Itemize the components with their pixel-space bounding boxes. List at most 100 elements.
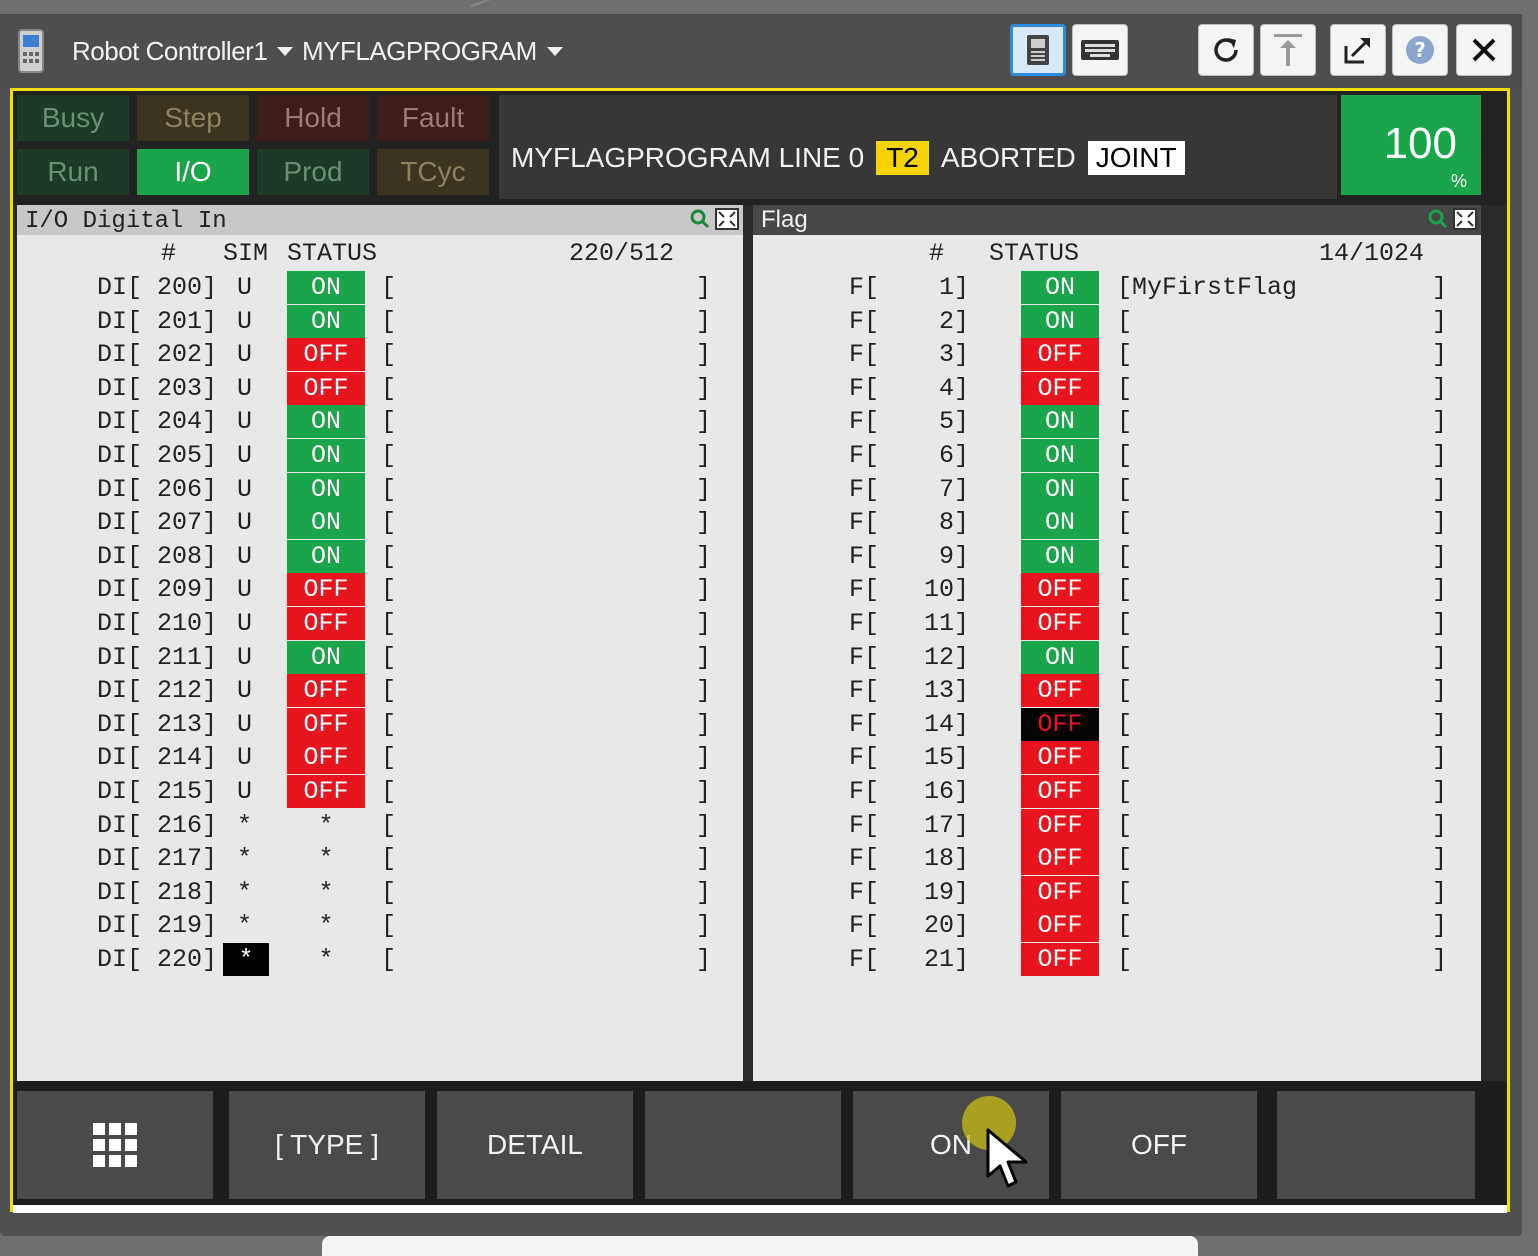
di-row[interactable]: DI[ 201] U ON [ ] — [17, 304, 743, 338]
di-row[interactable]: DI[ 213] U OFF [ ] — [17, 707, 743, 741]
di-status[interactable]: ON — [287, 472, 365, 506]
flag-status[interactable]: OFF — [1021, 707, 1099, 741]
zoom-icon[interactable] — [689, 208, 711, 230]
flag-row[interactable]: F[ 21] OFF [ ] — [753, 943, 1481, 976]
di-status[interactable]: OFF — [287, 371, 365, 405]
di-status[interactable]: ON — [287, 439, 365, 472]
di-sim[interactable]: U — [237, 540, 252, 573]
di-status[interactable]: OFF — [287, 338, 365, 372]
di-status[interactable]: * — [287, 909, 365, 942]
di-sim[interactable]: * — [223, 943, 269, 976]
flag-status[interactable]: ON — [1021, 271, 1099, 304]
flag-row[interactable]: F[ 12] ON [ ] — [753, 640, 1481, 674]
flag-status[interactable]: OFF — [1021, 909, 1099, 943]
di-sim[interactable]: U — [237, 741, 252, 774]
flag-row[interactable]: F[ 3] OFF [ ] — [753, 338, 1481, 372]
flag-status[interactable]: OFF — [1021, 674, 1099, 708]
di-row[interactable]: DI[ 203] U OFF [ ] — [17, 371, 743, 405]
di-row[interactable]: DI[ 218] * * [ ] — [17, 876, 743, 909]
di-sim[interactable]: U — [237, 372, 252, 405]
di-status[interactable]: * — [287, 809, 365, 842]
flag-row[interactable]: F[ 1] ON [MyFirstFlag ] — [753, 271, 1481, 304]
di-status[interactable]: * — [287, 876, 365, 909]
di-sim[interactable]: U — [237, 641, 252, 674]
flag-row[interactable]: F[ 2] ON [ ] — [753, 304, 1481, 338]
flag-status[interactable]: ON — [1021, 304, 1099, 338]
flag-row[interactable]: F[ 17] OFF [ ] — [753, 808, 1481, 842]
di-status[interactable]: OFF — [287, 573, 365, 607]
next-button[interactable] — [1277, 1091, 1475, 1199]
flag-status[interactable]: OFF — [1021, 741, 1099, 775]
flag-row[interactable]: F[ 13] OFF [ ] — [753, 674, 1481, 708]
di-row[interactable]: DI[ 205] U ON [ ] — [17, 439, 743, 472]
flag-status[interactable]: ON — [1021, 472, 1099, 506]
di-row[interactable]: DI[ 202] U OFF [ ] — [17, 338, 743, 372]
menu-grid-button[interactable] — [17, 1091, 213, 1199]
di-sim[interactable]: U — [237, 708, 252, 741]
di-row[interactable]: DI[ 204] U ON [ ] — [17, 405, 743, 439]
zoom-icon[interactable] — [1427, 208, 1449, 230]
flag-row[interactable]: F[ 6] ON [ ] — [753, 439, 1481, 472]
f2-detail-button[interactable]: DETAIL — [437, 1091, 633, 1199]
di-row[interactable]: DI[ 207] U ON [ ] — [17, 506, 743, 540]
popout-button[interactable] — [1330, 24, 1386, 76]
di-status[interactable]: ON — [287, 405, 365, 439]
program-selector[interactable]: MYFLAGPROGRAM — [302, 36, 563, 67]
flag-status[interactable]: ON — [1021, 405, 1099, 439]
di-sim[interactable]: * — [237, 809, 252, 842]
flag-row[interactable]: F[ 10] OFF [ ] — [753, 573, 1481, 607]
di-status[interactable]: ON — [287, 506, 365, 540]
di-row[interactable]: DI[ 209] U OFF [ ] — [17, 573, 743, 607]
di-sim[interactable]: * — [237, 909, 252, 942]
di-status[interactable]: * — [287, 842, 365, 875]
di-status[interactable]: OFF — [287, 674, 365, 708]
refresh-button[interactable] — [1198, 24, 1254, 76]
di-status[interactable]: ON — [287, 304, 365, 338]
maximize-icon[interactable] — [715, 208, 739, 230]
f5-off-button[interactable]: OFF — [1061, 1091, 1257, 1199]
di-sim[interactable]: U — [237, 439, 252, 472]
flag-row[interactable]: F[ 18] OFF [ ] — [753, 842, 1481, 876]
di-sim[interactable]: U — [237, 674, 252, 707]
flag-status[interactable]: ON — [1021, 506, 1099, 540]
di-sim[interactable]: U — [237, 338, 252, 371]
di-row[interactable]: DI[ 215] U OFF [ ] — [17, 775, 743, 808]
keyboard-button[interactable] — [1072, 24, 1128, 76]
flag-status[interactable]: OFF — [1021, 371, 1099, 405]
flag-row[interactable]: F[ 11] OFF [ ] — [753, 607, 1481, 640]
flag-row[interactable]: F[ 16] OFF [ ] — [753, 775, 1481, 808]
di-row[interactable]: DI[ 216] * * [ ] — [17, 809, 743, 842]
di-status[interactable]: ON — [287, 539, 365, 573]
help-button[interactable]: ? — [1392, 24, 1448, 76]
di-sim[interactable]: * — [237, 842, 252, 875]
di-sim[interactable]: U — [237, 473, 252, 506]
maximize-icon[interactable] — [1453, 208, 1477, 230]
di-status[interactable]: OFF — [287, 607, 365, 640]
flag-status[interactable]: OFF — [1021, 573, 1099, 607]
flag-row[interactable]: F[ 7] ON [ ] — [753, 472, 1481, 506]
di-row[interactable]: DI[ 217] * * [ ] — [17, 842, 743, 875]
flag-status[interactable]: OFF — [1021, 338, 1099, 372]
flag-status[interactable]: OFF — [1021, 808, 1099, 842]
f1-type-button[interactable]: [ TYPE ] — [229, 1091, 425, 1199]
flag-status[interactable]: ON — [1021, 439, 1099, 472]
flag-status[interactable]: OFF — [1021, 775, 1099, 808]
di-status[interactable]: ON — [287, 271, 365, 304]
di-sim[interactable]: U — [237, 405, 252, 438]
flag-row[interactable]: F[ 5] ON [ ] — [753, 405, 1481, 439]
jog-button[interactable] — [1260, 24, 1316, 76]
flag-status[interactable]: OFF — [1021, 943, 1099, 976]
flag-row[interactable]: F[ 15] OFF [ ] — [753, 741, 1481, 775]
di-row[interactable]: DI[ 208] U ON [ ] — [17, 539, 743, 573]
di-sim[interactable]: U — [237, 305, 252, 338]
controller-selector[interactable]: Robot Controller1 — [72, 36, 294, 67]
flag-row[interactable]: F[ 20] OFF [ ] — [753, 909, 1481, 943]
di-row[interactable]: DI[ 211] U ON [ ] — [17, 640, 743, 674]
di-sim[interactable]: U — [237, 271, 252, 304]
di-row[interactable]: DI[ 214] U OFF [ ] — [17, 741, 743, 775]
di-sim[interactable]: U — [237, 573, 252, 606]
f3-button[interactable] — [645, 1091, 841, 1199]
flag-status[interactable]: OFF — [1021, 607, 1099, 640]
di-status[interactable]: OFF — [287, 775, 365, 808]
teach-pendant-button[interactable] — [1010, 24, 1066, 76]
